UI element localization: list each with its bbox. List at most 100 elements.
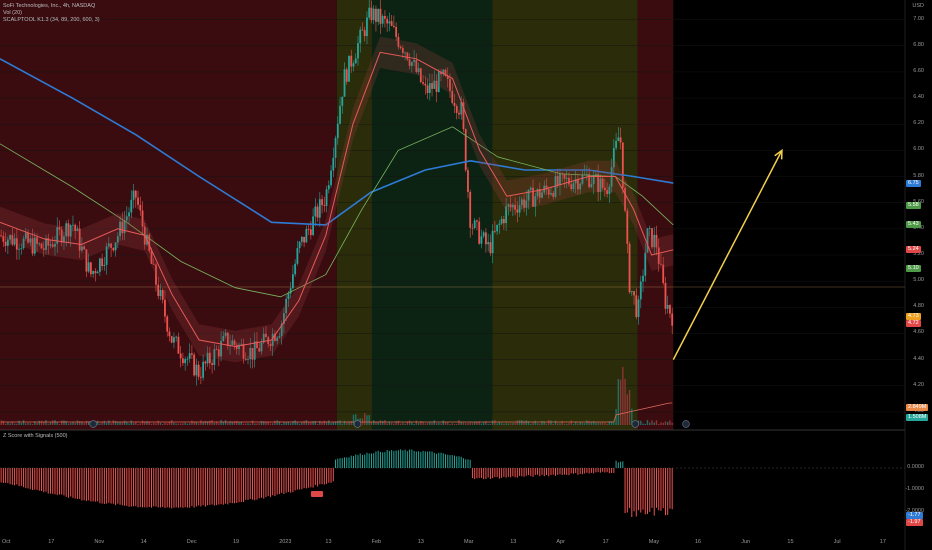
zscore-bar (272, 468, 274, 496)
volume-bar (117, 422, 119, 425)
volume-bar (305, 420, 308, 425)
volume-bar (4, 423, 7, 425)
volume-indicator-label[interactable]: Vol (20) (3, 10, 22, 17)
zscore-bar (447, 454, 449, 468)
zscore-bar (442, 453, 444, 468)
volume-bar (242, 423, 245, 425)
zscore-bar (548, 468, 550, 477)
zscore-bar (424, 451, 426, 468)
zscore-bar (281, 468, 283, 493)
candle-body (516, 209, 519, 213)
candle-body (363, 30, 366, 37)
zscore-bar (590, 468, 592, 473)
volume-bar (467, 423, 469, 425)
price-tick-label: 4.20 (913, 381, 924, 388)
zscore-bar (438, 452, 440, 468)
zscore-bar (231, 468, 233, 504)
symbol-title[interactable]: SoFi Technologies, Inc., 4h, NASDAQ (3, 3, 95, 10)
candle-body (294, 263, 297, 275)
candle-body (4, 241, 7, 246)
zscore-bar (218, 468, 220, 505)
volume-bar (0, 420, 2, 425)
price-value-tag: 4.73 (906, 312, 921, 320)
volume-bar (96, 420, 99, 425)
zscore-bar (415, 451, 417, 468)
zscore-bar (258, 468, 260, 499)
zscore-bar (49, 468, 51, 494)
zscore-bar (471, 468, 473, 479)
volume-bar (606, 423, 608, 425)
candle-body (633, 291, 635, 296)
volume-bar (240, 421, 242, 425)
zscore-bar (631, 468, 633, 518)
price-tick-label: 4.80 (913, 303, 924, 310)
zscore-bar (317, 468, 319, 487)
zscore-bar (7, 468, 9, 484)
zscore-bar (546, 468, 548, 476)
volume-bar (559, 423, 561, 425)
zscore-bar (251, 468, 253, 500)
volume-bar (595, 422, 597, 425)
zscore-bar (615, 460, 617, 468)
zscore-bar (451, 455, 453, 468)
candle-body (345, 69, 348, 82)
zscore-indicator-label[interactable]: Z Score with Signals (500) (3, 433, 68, 440)
zscore-bar (263, 468, 265, 499)
zscore-bar (543, 468, 545, 477)
volume-bar (624, 378, 626, 425)
time-tick-label: Apr (556, 539, 565, 545)
volume-bar (440, 423, 442, 425)
volume-bar (179, 423, 182, 425)
zscore-bar (581, 468, 583, 475)
candle-body (348, 55, 350, 82)
price-value-tag: 6.75 (906, 179, 921, 187)
zscore-bar (38, 468, 40, 491)
volume-bar (442, 420, 444, 425)
volume-bar (103, 420, 106, 425)
zscore-bar (290, 468, 292, 493)
zscore-bar (554, 468, 556, 476)
price-value-tag: 4.72 (906, 319, 921, 327)
zscore-bar (644, 468, 646, 515)
zscore-bar (629, 468, 631, 509)
volume-bar (85, 420, 88, 425)
volume-bar (541, 420, 543, 425)
time-tick-label: Mar (464, 539, 474, 545)
candle-body (467, 170, 469, 192)
zscore-bar (260, 468, 262, 498)
volume-bar (487, 423, 489, 425)
volume-bar (310, 422, 312, 425)
zone-yellow-3 (492, 0, 638, 430)
zscore-bar (579, 468, 581, 475)
candle-body (300, 236, 303, 242)
volume-bar (346, 422, 348, 425)
zscore-bar (236, 468, 238, 503)
volume-bar (539, 423, 541, 425)
scalptool-indicator-label[interactable]: SCALPTOOL K1.3 (34, 89, 200, 600, 3) (3, 17, 100, 24)
candle-body (502, 218, 505, 224)
zscore-bar (85, 468, 87, 502)
volume-bar (557, 423, 559, 425)
zscore-bar (54, 468, 56, 495)
volume-bar (521, 420, 523, 425)
candle-body (314, 206, 317, 217)
zscore-bar (359, 453, 361, 468)
zscore-bar (146, 468, 148, 508)
zscore-bar (599, 468, 601, 473)
zscore-bar (413, 450, 415, 468)
volume-bar (25, 423, 27, 425)
candle-body (134, 190, 137, 198)
candle-body (455, 106, 458, 113)
zscore-bar (348, 457, 350, 468)
zscore-tick-label: -1.0000 (905, 486, 924, 492)
chart-stage[interactable] (0, 0, 932, 550)
zscore-bar (563, 468, 565, 475)
zscore-bar (103, 468, 105, 504)
volume-bar (343, 420, 346, 425)
zscore-bar (303, 468, 305, 489)
candle-body (20, 248, 23, 249)
zscore-bar (492, 468, 494, 479)
volume-bar (227, 422, 229, 425)
volume-bar (72, 421, 74, 425)
volume-bar (426, 422, 429, 425)
